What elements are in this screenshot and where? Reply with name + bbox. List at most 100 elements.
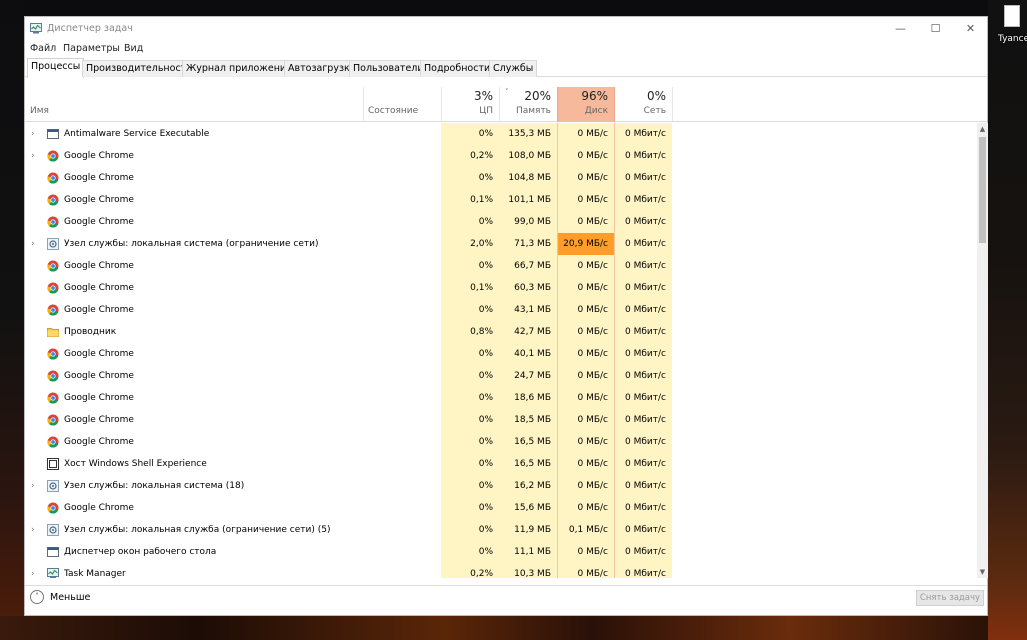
- tab-details[interactable]: Подробности: [420, 60, 495, 77]
- cpu-cell: 0%: [441, 211, 499, 233]
- end-task-button[interactable]: Снять задачу: [916, 590, 984, 606]
- table-row[interactable]: › Google Chrome 0,2% 108,0 МБ 0 МБ/с 0 Мбит/с: [25, 145, 977, 167]
- memory-total: 20%: [524, 89, 551, 103]
- menu-options[interactable]: Параметры: [63, 43, 120, 54]
- column-name[interactable]: Имя: [25, 87, 363, 122]
- table-row[interactable]: Google Chrome 0% 18,6 МБ 0 МБ/с 0 Мбит/с: [25, 387, 977, 409]
- table-row[interactable]: Google Chrome 0% 66,7 МБ 0 МБ/с 0 Мбит/с: [25, 255, 977, 277]
- desktop-background-left: [0, 0, 24, 616]
- tab-users[interactable]: Пользователи: [349, 60, 428, 77]
- disk-cell: 0 МБ/с: [557, 299, 615, 321]
- tab-services[interactable]: Службы: [489, 60, 538, 77]
- cpu-cell: 0%: [441, 255, 499, 277]
- network-cell: 0 Мбит/с: [615, 299, 672, 321]
- column-disk[interactable]: 96% Диск: [557, 87, 615, 122]
- cpu-cell: 0%: [441, 123, 499, 145]
- chevron-right-icon[interactable]: ›: [31, 475, 35, 497]
- network-cell: 0 Мбит/с: [615, 519, 672, 541]
- task-manager-window: Диспетчер задач — ☐ ✕ Файл Параметры Вид…: [24, 16, 988, 616]
- memory-cell: 60,3 МБ: [499, 277, 557, 299]
- process-name: Диспетчер окон рабочего стола: [64, 547, 217, 557]
- table-row[interactable]: Google Chrome 0% 15,6 МБ 0 МБ/с 0 Мбит/с: [25, 497, 977, 519]
- sort-chevron-icon: ˅: [505, 88, 509, 96]
- table-row[interactable]: Google Chrome 0,1% 101,1 МБ 0 МБ/с 0 Мбит/с: [25, 189, 977, 211]
- scroll-down-arrow-icon[interactable]: ▼: [977, 566, 988, 578]
- minimize-button[interactable]: —: [883, 17, 918, 41]
- vertical-scrollbar[interactable]: ▲ ▼: [977, 123, 988, 578]
- table-row[interactable]: Google Chrome 0% 16,5 МБ 0 МБ/с 0 Мбит/с: [25, 431, 977, 453]
- column-divider[interactable]: [672, 87, 673, 122]
- tab-app-history[interactable]: Журнал приложений: [182, 60, 297, 77]
- memory-cell: 16,5 МБ: [499, 453, 557, 475]
- table-row[interactable]: › Узел службы: локальная система (18) 0% 16…: [25, 475, 977, 497]
- table-row[interactable]: › Antimalware Service Executable 0% 135,3 М…: [25, 123, 977, 145]
- process-name: Google Chrome: [64, 151, 134, 161]
- chevron-right-icon[interactable]: ›: [31, 145, 35, 167]
- process-name: Проводник: [64, 327, 117, 337]
- table-row[interactable]: Проводник 0,8% 42,7 МБ 0 МБ/с 0 Мбит/с: [25, 321, 977, 343]
- service-window-icon: [47, 547, 59, 557]
- chrome-icon: [47, 304, 59, 316]
- process-name: Google Chrome: [64, 437, 134, 447]
- table-row[interactable]: Google Chrome 0% 99,0 МБ 0 МБ/с 0 Мбит/с: [25, 211, 977, 233]
- memory-cell: 99,0 МБ: [499, 211, 557, 233]
- cpu-cell: 0%: [441, 453, 499, 475]
- column-network[interactable]: 0% Сеть: [615, 87, 672, 122]
- table-row[interactable]: Хост Windows Shell Experience 0% 16,5 МБ 0 …: [25, 453, 977, 475]
- title-bar[interactable]: Диспетчер задач — ☐ ✕: [25, 17, 987, 41]
- process-name: Google Chrome: [64, 261, 134, 271]
- process-name: Google Chrome: [64, 503, 134, 513]
- column-cpu[interactable]: 3% ЦП: [441, 87, 499, 122]
- table-row[interactable]: Google Chrome 0% 18,5 МБ 0 МБ/с 0 Мбит/с: [25, 409, 977, 431]
- table-row[interactable]: › Узел службы: локальная система (огранич…: [25, 233, 977, 255]
- desktop-background-bottom: [0, 616, 988, 640]
- network-cell: 0 Мбит/с: [615, 387, 672, 409]
- cpu-cell: 0%: [441, 299, 499, 321]
- cpu-cell: 0%: [441, 343, 499, 365]
- process-name: Google Chrome: [64, 283, 134, 293]
- table-row[interactable]: Google Chrome 0% 104,8 МБ 0 МБ/с 0 Мбит/с: [25, 167, 977, 189]
- close-button[interactable]: ✕: [953, 17, 988, 41]
- table-row[interactable]: Google Chrome 0% 24,7 МБ 0 МБ/с 0 Мбит/с: [25, 365, 977, 387]
- chevron-right-icon[interactable]: ›: [31, 123, 35, 145]
- menu-file[interactable]: Файл: [30, 43, 56, 54]
- table-row[interactable]: Диспетчер окон рабочего стола 0% 11,1 МБ 0 …: [25, 541, 977, 563]
- table-row[interactable]: Google Chrome 0,1% 60,3 МБ 0 МБ/с 0 Мбит/с: [25, 277, 977, 299]
- tab-processes[interactable]: Процессы: [27, 58, 85, 78]
- chrome-icon: [47, 150, 59, 162]
- table-row[interactable]: › Узел службы: локальная служба (ограниче…: [25, 519, 977, 541]
- maximize-button[interactable]: ☐: [918, 17, 953, 41]
- gear-icon: [47, 480, 59, 492]
- cpu-cell: 0%: [441, 431, 499, 453]
- scroll-thumb[interactable]: [979, 137, 986, 243]
- cpu-cell: 0%: [441, 387, 499, 409]
- cpu-cell: 0,8%: [441, 321, 499, 343]
- column-header: Имя Состояние 3% ЦП ˅ 20% Память 96% Дис…: [25, 87, 987, 122]
- network-cell: 0 Мбит/с: [615, 343, 672, 365]
- network-cell: 0 Мбит/с: [615, 497, 672, 519]
- memory-cell: 18,5 МБ: [499, 409, 557, 431]
- chevron-right-icon[interactable]: ›: [31, 233, 35, 255]
- desktop-file-icon[interactable]: Tyance: [998, 0, 1027, 48]
- tab-performance[interactable]: Производительность: [82, 60, 196, 77]
- table-row[interactable]: Google Chrome 0% 43,1 МБ 0 МБ/с 0 Мбит/с: [25, 299, 977, 321]
- folder-icon: [47, 328, 59, 337]
- fewer-details-label: Меньше: [50, 592, 91, 603]
- disk-cell: 0 МБ/с: [557, 277, 615, 299]
- disk-cell: 0 МБ/с: [557, 497, 615, 519]
- chrome-icon: [47, 282, 59, 294]
- network-cell: 0 Мбит/с: [615, 167, 672, 189]
- column-status[interactable]: Состояние: [363, 87, 441, 122]
- process-name: Google Chrome: [64, 393, 134, 403]
- chevron-right-icon[interactable]: ›: [31, 563, 35, 578]
- cpu-cell: 0%: [441, 167, 499, 189]
- table-row[interactable]: › Task Manager 0,2% 10,3 МБ 0 МБ/с 0 Мбит/с: [25, 563, 977, 578]
- table-row[interactable]: Google Chrome 0% 40,1 МБ 0 МБ/с 0 Мбит/с: [25, 343, 977, 365]
- scroll-up-arrow-icon[interactable]: ▲: [977, 123, 988, 135]
- column-memory[interactable]: ˅ 20% Память: [499, 87, 557, 122]
- disk-cell: 0 МБ/с: [557, 541, 615, 563]
- menu-view[interactable]: Вид: [124, 43, 143, 54]
- network-cell: 0 Мбит/с: [615, 475, 672, 497]
- network-cell: 0 Мбит/с: [615, 431, 672, 453]
- chevron-right-icon[interactable]: ›: [31, 519, 35, 541]
